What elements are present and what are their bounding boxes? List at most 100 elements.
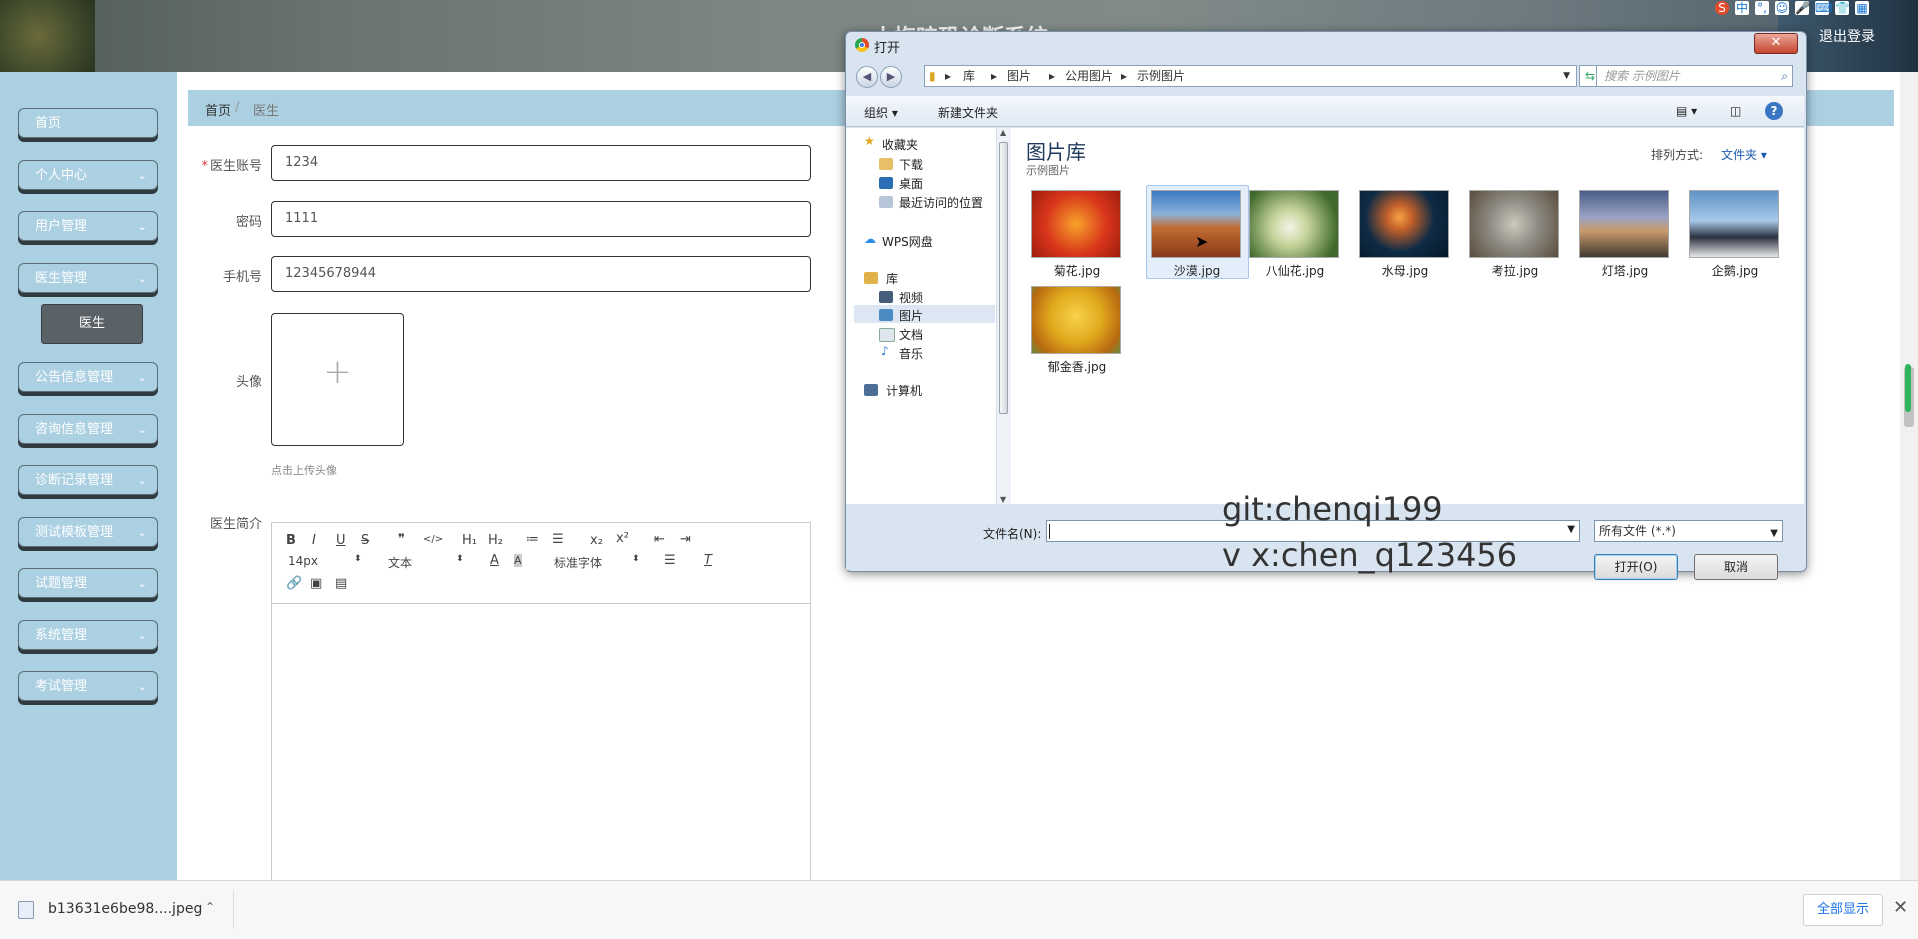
breadcrumb-home[interactable]: 首页 <box>205 100 231 119</box>
path-sample-pictures[interactable]: 示例图片 <box>1137 66 1185 86</box>
punctuation-icon[interactable]: °, <box>1755 1 1769 15</box>
outdent-button[interactable]: ⇤ <box>654 532 665 547</box>
close-icon[interactable]: ✕ <box>1893 897 1908 918</box>
file-item[interactable]: 水母.jpg <box>1359 190 1451 279</box>
forward-icon[interactable]: ▶ <box>880 66 902 88</box>
keyboard-icon[interactable]: ⌨ <box>1815 1 1832 15</box>
file-item[interactable]: 考拉.jpg <box>1469 190 1561 279</box>
tree-library[interactable]: 库 <box>886 270 898 287</box>
tree-pictures[interactable]: 图片 <box>899 307 923 324</box>
account-label-text: 医生账号 <box>209 159 262 174</box>
sidebar-item-doctors[interactable]: 医生管理 ⌄ <box>18 263 158 293</box>
font-size-select[interactable]: 14px <box>288 554 318 568</box>
avatar-upload[interactable]: + <box>271 313 404 446</box>
chevron-up-icon[interactable]: ⌃ <box>205 900 215 914</box>
file-item[interactable]: 八仙花.jpg <box>1249 190 1341 279</box>
italic-button[interactable]: I <box>312 533 316 548</box>
h2-button[interactable]: H₂ <box>488 533 503 548</box>
filetype-select[interactable]: 所有文件 (*.*) ▼ <box>1594 520 1783 542</box>
open-button[interactable]: 打开(O) <box>1594 554 1678 580</box>
tree-documents[interactable]: 文档 <box>899 326 923 343</box>
link-icon[interactable]: 🔗 <box>286 576 302 591</box>
logout-link[interactable]: 退出登录 <box>1819 26 1875 46</box>
bold-button[interactable]: B <box>286 533 296 548</box>
sidebar-subitem-doctor[interactable]: 医生 <box>41 304 143 344</box>
sidebar-item-consultations[interactable]: 咨询信息管理 ⌄ <box>18 414 158 444</box>
skin-icon[interactable]: 👕 <box>1835 1 1850 15</box>
download-item[interactable]: b13631e6be98....jpeg <box>48 901 202 917</box>
arrange-dropdown[interactable]: 文件夹 ▾ <box>1721 146 1767 163</box>
sidebar-item-personal[interactable]: 个人中心 ⌄ <box>18 160 158 190</box>
file-item[interactable]: 郁金香.jpg <box>1031 286 1123 375</box>
path-public-pictures[interactable]: 公用图片 <box>1065 66 1113 86</box>
microphone-icon[interactable]: 🎤 <box>1795 1 1810 15</box>
file-item[interactable]: 菊花.jpg <box>1031 190 1123 279</box>
scroll-down-icon[interactable]: ▼ <box>1000 495 1006 504</box>
align-icon[interactable]: ☰ <box>664 553 676 568</box>
watermark-line2: v x:chen_q123456 <box>1222 536 1518 574</box>
dropdown-arrow-icon[interactable]: ▼ <box>1567 524 1575 535</box>
tree-scrollbar-thumb[interactable] <box>999 142 1008 414</box>
tree-videos[interactable]: 视频 <box>899 289 923 306</box>
preview-pane-icon[interactable]: ◫ <box>1730 104 1741 118</box>
superscript-button[interactable]: x² <box>616 531 629 546</box>
sidebar-item-users[interactable]: 用户管理 ⌄ <box>18 211 158 241</box>
clear-format-icon[interactable]: T <box>704 553 712 568</box>
sidebar-item-system[interactable]: 系统管理 ⌄ <box>18 620 158 650</box>
password-field[interactable]: 1111 <box>271 201 811 237</box>
tree-computer[interactable]: 计算机 <box>886 382 922 399</box>
sidebar-item-diagnosis[interactable]: 诊断记录管理 ⌄ <box>18 465 158 495</box>
video-icon[interactable]: ▤ <box>335 576 347 591</box>
back-icon[interactable]: ◀ <box>856 66 878 88</box>
code-button[interactable]: </> <box>423 534 443 545</box>
sidebar-item-announcements[interactable]: 公告信息管理 ⌄ <box>18 362 158 392</box>
path-pictures[interactable]: 图片 <box>1007 66 1031 86</box>
underline-button[interactable]: U <box>336 533 346 548</box>
background-color-icon[interactable]: A <box>514 554 522 567</box>
font-color-icon[interactable]: A <box>490 553 499 568</box>
account-field[interactable]: 1234 <box>271 145 811 181</box>
file-item[interactable]: 企鹅.jpg <box>1689 190 1781 279</box>
dialog-close-button[interactable]: ✕ <box>1754 33 1798 54</box>
indent-button[interactable]: ⇥ <box>680 532 691 547</box>
sidebar-item-templates[interactable]: 测试模板管理 ⌄ <box>18 517 158 547</box>
file-item[interactable]: 灯塔.jpg <box>1579 190 1671 279</box>
ordered-list-button[interactable]: ≔ <box>526 532 539 547</box>
font-family-select[interactable]: 标准字体 <box>554 554 602 571</box>
sidebar-item-home[interactable]: 首页 <box>18 108 158 138</box>
address-bar[interactable]: ▮ ▸ 库 ▸ 图片 ▸ 公用图片 ▸ 示例图片 ▼ <box>924 65 1577 87</box>
show-all-button[interactable]: 全部显示 <box>1803 894 1883 926</box>
help-icon[interactable]: ? <box>1765 102 1783 120</box>
cancel-button[interactable]: 取消 <box>1694 554 1778 580</box>
emoji-icon[interactable]: ☺ <box>1775 1 1789 15</box>
tree-desktop[interactable]: 桌面 <box>899 175 923 192</box>
tree-recent[interactable]: 最近访问的位置 <box>899 194 983 211</box>
tree-favorites[interactable]: 收藏夹 <box>882 136 918 153</box>
sogou-icon[interactable]: S <box>1715 1 1729 15</box>
page-scrollbar[interactable] <box>1900 72 1918 880</box>
sidebar-item-questions[interactable]: 试题管理 ⌄ <box>18 568 158 598</box>
blockquote-button[interactable]: ❞ <box>398 532 405 547</box>
tree-scrollbar[interactable]: ▲ ▼ <box>996 128 1011 504</box>
sidebar-item-exams[interactable]: 考试管理 ⌄ <box>18 671 158 701</box>
strike-button[interactable]: S <box>361 533 369 548</box>
scroll-up-icon[interactable]: ▲ <box>1000 128 1006 137</box>
chinese-mode-icon[interactable]: 中 <box>1735 1 1749 15</box>
tree-music[interactable]: 音乐 <box>899 345 923 362</box>
phone-field[interactable]: 12345678944 <box>271 256 811 292</box>
tree-wps[interactable]: WPS网盘 <box>882 233 933 250</box>
dropdown-arrow-icon[interactable]: ▼ <box>1563 66 1570 86</box>
recent-places-icon <box>879 196 893 208</box>
bullet-list-button[interactable]: ☰ <box>552 532 564 547</box>
subscript-button[interactable]: x₂ <box>590 533 603 548</box>
image-icon[interactable]: ▣ <box>310 576 322 591</box>
organize-button[interactable]: 组织 ▾ <box>864 104 898 121</box>
text-type-select[interactable]: 文本 <box>388 554 412 571</box>
dialog-search-input[interactable]: 搜索 示例图片 ⌕ <box>1596 65 1793 87</box>
tree-downloads[interactable]: 下载 <box>899 156 923 173</box>
h1-button[interactable]: H₁ <box>462 533 477 548</box>
new-folder-button[interactable]: 新建文件夹 <box>938 104 998 121</box>
grid-menu-icon[interactable]: ▦ <box>1855 1 1869 15</box>
view-options-icon[interactable]: ▤ ▾ <box>1676 104 1697 118</box>
path-library[interactable]: 库 <box>963 66 975 86</box>
